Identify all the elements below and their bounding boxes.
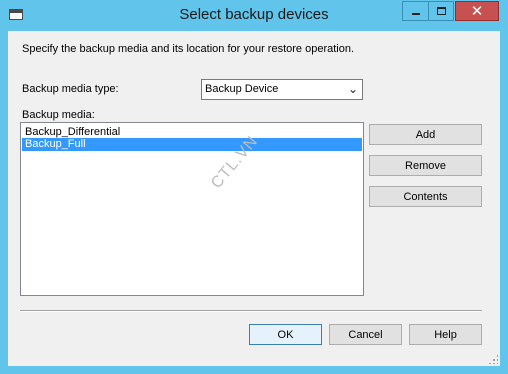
chevron-down-icon[interactable]: ⌄ xyxy=(348,82,358,96)
cancel-button[interactable]: Cancel xyxy=(329,324,402,345)
maximize-icon xyxy=(436,7,446,15)
backup-media-type-value: Backup Device xyxy=(205,83,279,95)
instruction-text: Specify the backup media and its locatio… xyxy=(22,43,355,55)
close-button[interactable]: ✕ xyxy=(455,1,499,21)
title-bar[interactable]: Select backup devices ✕ xyxy=(0,0,508,31)
maximize-button[interactable] xyxy=(428,1,454,21)
contents-button[interactable]: Contents xyxy=(369,186,482,207)
dialog-window: Select backup devices ✕ Specify the back… xyxy=(0,0,508,374)
list-item-selected[interactable]: Backup_Full xyxy=(22,138,362,151)
minimize-button[interactable] xyxy=(402,1,428,21)
ok-button[interactable]: OK xyxy=(249,324,322,345)
divider xyxy=(20,310,482,312)
close-icon: ✕ xyxy=(470,2,484,20)
dialog-body: Specify the backup media and its locatio… xyxy=(8,31,500,366)
backup-media-type-label: Backup media type: xyxy=(22,83,119,95)
backup-media-list[interactable]: Backup_Differential Backup_Full xyxy=(20,122,364,296)
resize-grip[interactable] xyxy=(488,354,498,364)
help-button[interactable]: Help xyxy=(409,324,482,345)
add-button[interactable]: Add xyxy=(369,124,482,145)
backup-media-type-select[interactable]: Backup Device ⌄ xyxy=(201,79,363,100)
remove-button[interactable]: Remove xyxy=(369,155,482,176)
backup-media-label: Backup media: xyxy=(22,109,95,121)
minimize-icon xyxy=(411,13,420,15)
